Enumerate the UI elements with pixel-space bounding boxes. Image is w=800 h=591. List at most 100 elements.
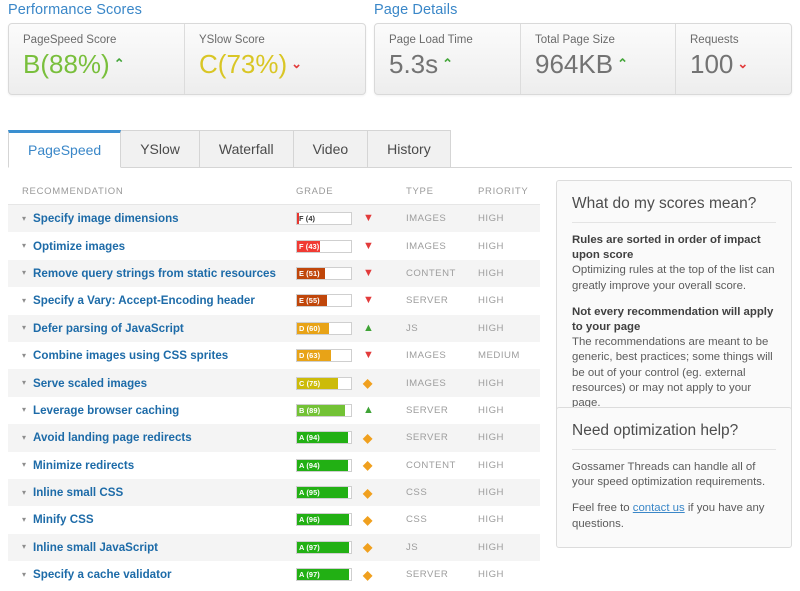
grade-bar-label: A (94)	[299, 433, 320, 443]
table-row[interactable]: ▾ Specify a Vary: Accept-Encoding header E…	[8, 287, 540, 315]
trend-up-icon: ⌃	[442, 56, 454, 71]
grade-cell: F (43) ▼	[296, 239, 406, 253]
scores-info-text-2: The recommendations are meant to be gene…	[572, 336, 773, 410]
trend-down-icon: ⌄	[737, 56, 749, 71]
table-row[interactable]: ▾ Defer parsing of JavaScript D (60) ▲ JS HIG…	[8, 314, 540, 342]
trend-down-icon: ▼	[363, 266, 374, 279]
recommendation-link[interactable]: Leverage browser caching	[33, 404, 179, 417]
priority-cell: HIGH	[478, 295, 504, 307]
trend-up-icon: ▲	[363, 321, 374, 334]
column-header-grade: GRADE	[296, 186, 334, 197]
recommendation-link[interactable]: Combine images using CSS sprites	[33, 349, 228, 362]
expand-triangle-icon[interactable]: ▾	[22, 379, 33, 387]
trend-flat-icon: ◆	[363, 540, 373, 555]
recommendation-link[interactable]: Optimize images	[33, 240, 125, 253]
metric-pagespeed-score: PageSpeed Score B(88%) ⌃	[9, 24, 184, 94]
expand-triangle-icon[interactable]: ▾	[22, 242, 33, 250]
expand-triangle-icon[interactable]: ▾	[22, 488, 33, 497]
recommendation-cell: ▾ Minify CSS	[8, 513, 296, 526]
recommendation-cell: ▾ Leverage browser caching	[8, 404, 296, 417]
recommendation-link[interactable]: Specify image dimensions	[33, 212, 179, 225]
expand-triangle-icon[interactable]: ▾	[22, 406, 33, 414]
scores-info-text-1: Optimizing rules at the top of the list …	[572, 264, 775, 292]
recommendation-link[interactable]: Defer parsing of JavaScript	[33, 322, 184, 335]
recommendations-table: RECOMMENDATION GRADE TYPE PRIORITY ▾ Spec…	[8, 180, 540, 589]
grade-bar: A (94)	[296, 458, 352, 472]
grade-bar-label: A (94)	[299, 460, 320, 470]
table-row[interactable]: ▾ Inline small JavaScript A (97) ◆ JS HIGH	[8, 533, 540, 562]
table-row[interactable]: ▾ Combine images using CSS sprites D (63) ▼…	[8, 341, 540, 370]
table-row[interactable]: ▾ Optimize images F (43) ▼ IMAGES HIGH	[8, 232, 540, 260]
table-row[interactable]: ▾ Minimize redirects A (94) ◆ CONTENT HIGH	[8, 451, 540, 479]
trend-down-icon: ▼	[363, 212, 374, 225]
expand-triangle-icon[interactable]: ▾	[22, 214, 33, 223]
priority-cell: HIGH	[478, 514, 504, 526]
table-row[interactable]: ▾ Minify CSS A (96) ◆ CSS HIGH	[8, 506, 540, 534]
tab-history[interactable]: History	[367, 130, 451, 167]
table-row[interactable]: ▾ Serve scaled images C (75) ◆ IMAGES HIGH	[8, 369, 540, 397]
recommendation-cell: ▾ Serve scaled images	[8, 377, 296, 390]
recommendation-cell: ▾ Remove query strings from static resour…	[8, 267, 296, 280]
table-row[interactable]: ▾ Remove query strings from static resour…	[8, 259, 540, 288]
table-row[interactable]: ▾ Inline small CSS A (95) ◆ CSS HIGH	[8, 478, 540, 507]
table-row[interactable]: ▾ Specify a cache validator A (97) ◆ SERVER H…	[8, 561, 540, 589]
recommendation-link[interactable]: Inline small JavaScript	[33, 541, 158, 554]
column-header-recommendation: RECOMMENDATION	[22, 186, 124, 197]
tab-pagespeed[interactable]: PageSpeed	[8, 130, 122, 168]
recommendation-link[interactable]: Specify a cache validator	[33, 568, 172, 581]
table-row[interactable]: ▾ Avoid landing page redirects A (94) ◆ SERV…	[8, 424, 540, 452]
grade-bar: A (95)	[296, 486, 352, 500]
pagespeed-grade-letter: B	[23, 49, 41, 79]
grade-bar-label: B (89)	[299, 405, 321, 415]
recommendation-cell: ▾ Specify a cache validator	[8, 568, 296, 581]
type-cell: JS	[406, 541, 419, 553]
grade-cell: A (97) ◆	[296, 540, 406, 555]
recommendation-link[interactable]: Specify a Vary: Accept-Encoding header	[33, 294, 255, 307]
recommendation-link[interactable]: Minimize redirects	[33, 459, 134, 472]
expand-triangle-icon[interactable]: ▾	[22, 269, 33, 277]
recommendation-cell: ▾ Minimize redirects	[8, 459, 296, 472]
table-row[interactable]: ▾ Leverage browser caching B (89) ▲ SERVER HI…	[8, 396, 540, 425]
metric-requests: Requests 100 ⌄	[675, 24, 791, 94]
metric-value-group: 100 ⌄	[690, 48, 791, 85]
trend-flat-icon: ◆	[363, 485, 373, 500]
recommendation-link[interactable]: Avoid landing page redirects	[33, 431, 192, 444]
metric-value-group: B(88%) ⌃	[23, 48, 184, 85]
optimization-help-panel: Need optimization help? Gossamer Threads…	[556, 407, 792, 548]
trend-up-icon: ⌃	[617, 56, 628, 71]
page-load-time-value: 5.3s	[389, 49, 439, 79]
recommendation-link[interactable]: Inline small CSS	[33, 486, 123, 499]
expand-triangle-icon[interactable]: ▾	[22, 433, 33, 442]
recommendation-link[interactable]: Remove query strings from static resourc…	[33, 267, 276, 280]
scores-info-panel: What do my scores mean? Rules are sorted…	[556, 180, 792, 428]
trend-up-icon: ⌃	[113, 56, 125, 71]
recommendation-cell: ▾ Combine images using CSS sprites	[8, 349, 296, 362]
table-body: ▾ Specify image dimensions F (4) ▼ IMAGES HIG…	[8, 205, 540, 589]
column-header-type: TYPE	[406, 186, 434, 197]
expand-triangle-icon[interactable]: ▾	[22, 296, 33, 305]
grade-bar-label: F (4)	[299, 214, 316, 224]
priority-cell: MEDIUM	[478, 350, 520, 362]
tab-video[interactable]: Video	[292, 130, 369, 167]
expand-triangle-icon[interactable]: ▾	[22, 570, 33, 579]
table-row[interactable]: ▾ Specify image dimensions F (4) ▼ IMAGES HIG…	[8, 205, 540, 233]
type-cell: IMAGES	[406, 350, 447, 362]
trend-down-icon: ▼	[363, 294, 374, 307]
recommendation-cell: ▾ Inline small CSS	[8, 486, 296, 499]
tab-waterfall[interactable]: Waterfall	[198, 130, 294, 167]
contact-us-link[interactable]: contact us	[633, 502, 685, 514]
grade-bar: D (60)	[296, 321, 352, 335]
expand-triangle-icon[interactable]: ▾	[22, 515, 33, 524]
recommendation-link[interactable]: Serve scaled images	[33, 377, 147, 390]
help-paragraph-2: Feel free to contact us if you have any …	[572, 501, 776, 531]
expand-triangle-icon[interactable]: ▾	[22, 324, 33, 332]
scores-info-paragraph-1: Rules are sorted in order of impact upon…	[572, 233, 776, 294]
recommendation-cell: ▾ Optimize images	[8, 240, 296, 253]
tab-yslow[interactable]: YSlow	[120, 130, 200, 167]
trend-down-icon: ▼	[363, 239, 374, 252]
type-cell: SERVER	[406, 432, 449, 444]
expand-triangle-icon[interactable]: ▾	[22, 543, 33, 551]
expand-triangle-icon[interactable]: ▾	[22, 351, 33, 360]
expand-triangle-icon[interactable]: ▾	[22, 461, 33, 469]
recommendation-link[interactable]: Minify CSS	[33, 513, 94, 526]
